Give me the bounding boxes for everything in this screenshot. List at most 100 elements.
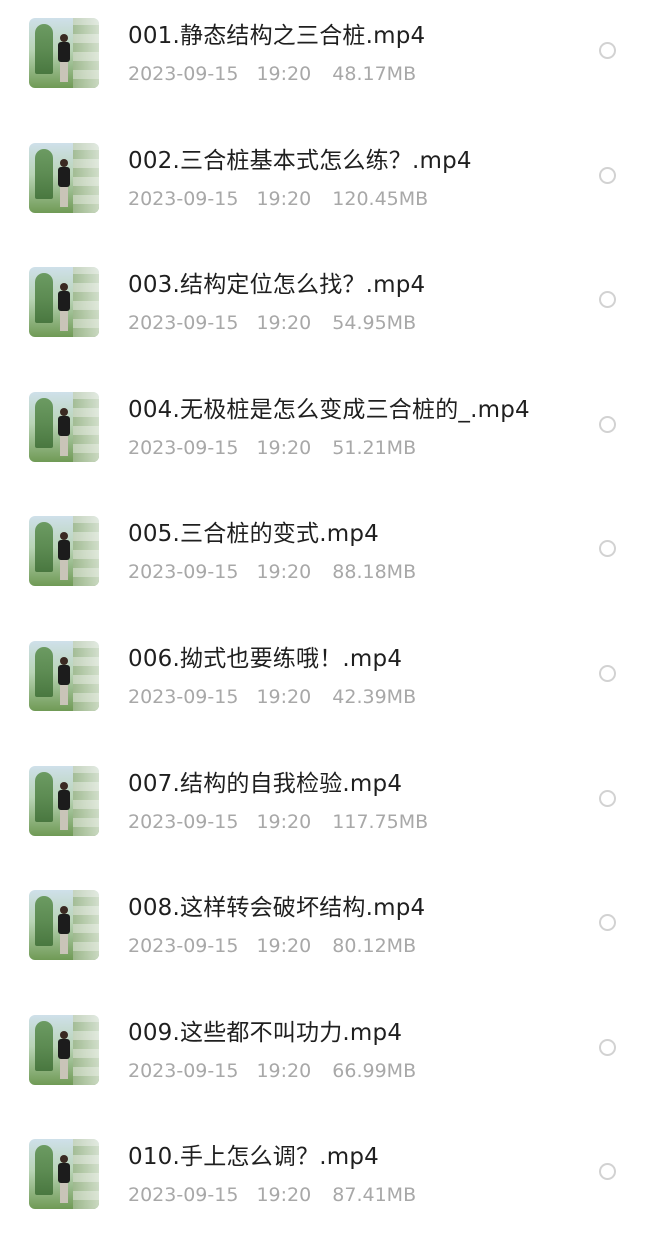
file-list-item[interactable]: 009.这些都不叫功力.mp4 2023-09-15 19:20 66.99MB <box>0 997 660 1121</box>
thumbnail-mosaic-blur <box>73 516 99 587</box>
file-date: 2023-09-15 <box>128 686 239 708</box>
thumbnail-person-shape <box>57 407 71 456</box>
video-thumbnail[interactable] <box>29 765 99 836</box>
select-radio-button[interactable] <box>599 789 616 807</box>
thumbnail-mosaic-blur <box>73 1139 99 1210</box>
thumbnail-person-shape <box>57 1155 71 1204</box>
file-time: 19:20 <box>256 810 312 833</box>
file-meta: 2023-09-15 19:20 88.18MB <box>128 559 416 585</box>
file-date: 2023-09-15 <box>128 436 239 459</box>
file-time: 19:20 <box>256 187 312 210</box>
file-date: 2023-09-15 <box>128 312 239 335</box>
select-radio-button[interactable] <box>599 1038 616 1056</box>
file-time: 19:20 <box>256 436 312 459</box>
select-radio-button[interactable] <box>599 1163 616 1181</box>
thumbnail-tree-shape <box>35 522 53 573</box>
thumbnail-mosaic-blur <box>73 391 99 462</box>
thumbnail-person-shape <box>57 158 71 207</box>
file-meta: 2023-09-15 19:20 48.17MB <box>128 61 416 87</box>
file-size: 66.99MB <box>332 1059 417 1082</box>
thumbnail-tree-shape <box>35 647 53 697</box>
thumbnail-person-shape <box>57 657 71 705</box>
file-size: 42.39MB <box>332 686 417 708</box>
select-radio-button[interactable] <box>599 914 616 932</box>
file-name: 005.三合桩的变式.mp4 <box>128 521 379 548</box>
video-thumbnail[interactable] <box>29 1014 99 1085</box>
file-list-item[interactable]: 010.手上怎么调？.mp4 2023-09-15 19:20 87.41MB <box>0 1121 660 1245</box>
thumbnail-tree-shape <box>35 1145 53 1196</box>
video-thumbnail[interactable] <box>29 890 99 961</box>
thumbnail-person-shape <box>57 34 71 82</box>
file-date: 2023-09-15 <box>128 187 239 210</box>
file-name: 006.拗式也要练哦！.mp4 <box>128 646 403 672</box>
file-name: 010.手上怎么调？.mp4 <box>128 1144 379 1171</box>
file-date: 2023-09-15 <box>128 561 239 584</box>
thumbnail-mosaic-blur <box>73 267 99 338</box>
select-radio-button[interactable] <box>599 166 616 184</box>
thumbnail-person-shape <box>57 532 71 581</box>
file-size: 51.21MB <box>332 436 417 459</box>
file-time: 19:20 <box>256 561 312 584</box>
video-thumbnail[interactable] <box>29 267 99 338</box>
thumbnail-tree-shape <box>35 896 53 947</box>
file-name: 008.这样转会破坏结构.mp4 <box>128 895 426 922</box>
select-radio-button[interactable] <box>599 42 616 59</box>
thumbnail-person-shape <box>57 781 71 830</box>
file-name: 009.这些都不叫功力.mp4 <box>128 1019 403 1046</box>
thumbnail-tree-shape <box>35 24 53 74</box>
file-size: 117.75MB <box>332 810 429 833</box>
file-meta: 2023-09-15 19:20 80.12MB <box>128 933 416 959</box>
thumbnail-person-shape <box>57 283 71 332</box>
file-list-item[interactable]: 008.这样转会破坏结构.mp4 2023-09-15 19:20 80.12M… <box>0 872 660 996</box>
select-radio-button[interactable] <box>599 415 616 433</box>
file-list-item[interactable]: 003.结构定位怎么找？.mp4 2023-09-15 19:20 54.95M… <box>0 249 660 373</box>
thumbnail-mosaic-blur <box>73 765 99 836</box>
thumbnail-mosaic-blur <box>73 890 99 961</box>
thumbnail-person-shape <box>57 1030 71 1079</box>
video-thumbnail[interactable] <box>29 1139 99 1210</box>
select-radio-button[interactable] <box>599 291 616 309</box>
video-thumbnail[interactable] <box>29 516 99 587</box>
file-list-item[interactable]: 004.无极桩是怎么变成三合桩的_.mp4 2023-09-15 19:20 5… <box>0 374 660 498</box>
file-name: 003.结构定位怎么找？.mp4 <box>128 272 426 299</box>
file-meta: 2023-09-15 19:20 87.41MB <box>128 1182 416 1208</box>
file-name: 002.三合桩基本式怎么练？.mp4 <box>128 147 472 174</box>
file-date: 2023-09-15 <box>128 935 239 958</box>
file-list-item[interactable]: 001.静态结构之三合桩.mp4 2023-09-15 19:20 48.17M… <box>0 0 660 124</box>
thumbnail-mosaic-blur <box>73 1014 99 1085</box>
select-radio-button[interactable] <box>599 665 616 682</box>
video-thumbnail[interactable] <box>29 391 99 462</box>
file-list-item[interactable]: 007.结构的自我检验.mp4 2023-09-15 19:20 117.75M… <box>0 748 660 872</box>
file-name: 004.无极桩是怎么变成三合桩的_.mp4 <box>128 396 530 423</box>
file-time: 19:20 <box>256 312 312 335</box>
file-name: 001.静态结构之三合桩.mp4 <box>128 23 426 49</box>
file-size: 87.41MB <box>332 1184 417 1207</box>
file-time: 19:20 <box>256 935 312 958</box>
video-thumbnail[interactable] <box>29 641 99 711</box>
file-size: 48.17MB <box>332 63 417 85</box>
file-time: 19:20 <box>256 1184 312 1207</box>
thumbnail-mosaic-blur <box>73 142 99 213</box>
file-size: 80.12MB <box>332 935 417 958</box>
file-date: 2023-09-15 <box>128 1059 239 1082</box>
thumbnail-tree-shape <box>35 148 53 199</box>
file-list-item[interactable]: 002.三合桩基本式怎么练？.mp4 2023-09-15 19:20 120.… <box>0 125 660 249</box>
file-size: 88.18MB <box>332 561 417 584</box>
file-size: 54.95MB <box>332 312 417 335</box>
file-meta: 2023-09-15 19:20 66.99MB <box>128 1058 416 1084</box>
file-meta: 2023-09-15 19:20 117.75MB <box>128 809 428 835</box>
thumbnail-mosaic-blur <box>73 641 99 711</box>
file-date: 2023-09-15 <box>128 63 239 85</box>
file-meta: 2023-09-15 19:20 42.39MB <box>128 684 416 710</box>
thumbnail-mosaic-blur <box>73 18 99 88</box>
file-date: 2023-09-15 <box>128 1184 239 1207</box>
file-list-item[interactable]: 005.三合桩的变式.mp4 2023-09-15 19:20 88.18MB <box>0 498 660 622</box>
file-meta: 2023-09-15 19:20 51.21MB <box>128 435 416 461</box>
video-thumbnail[interactable] <box>29 18 99 88</box>
file-meta: 2023-09-15 19:20 120.45MB <box>128 186 428 212</box>
thumbnail-person-shape <box>57 906 71 955</box>
video-thumbnail[interactable] <box>29 142 99 213</box>
file-list-item[interactable]: 006.拗式也要练哦！.mp4 2023-09-15 19:20 42.39MB <box>0 623 660 747</box>
file-time: 19:20 <box>256 63 312 85</box>
select-radio-button[interactable] <box>599 540 616 558</box>
